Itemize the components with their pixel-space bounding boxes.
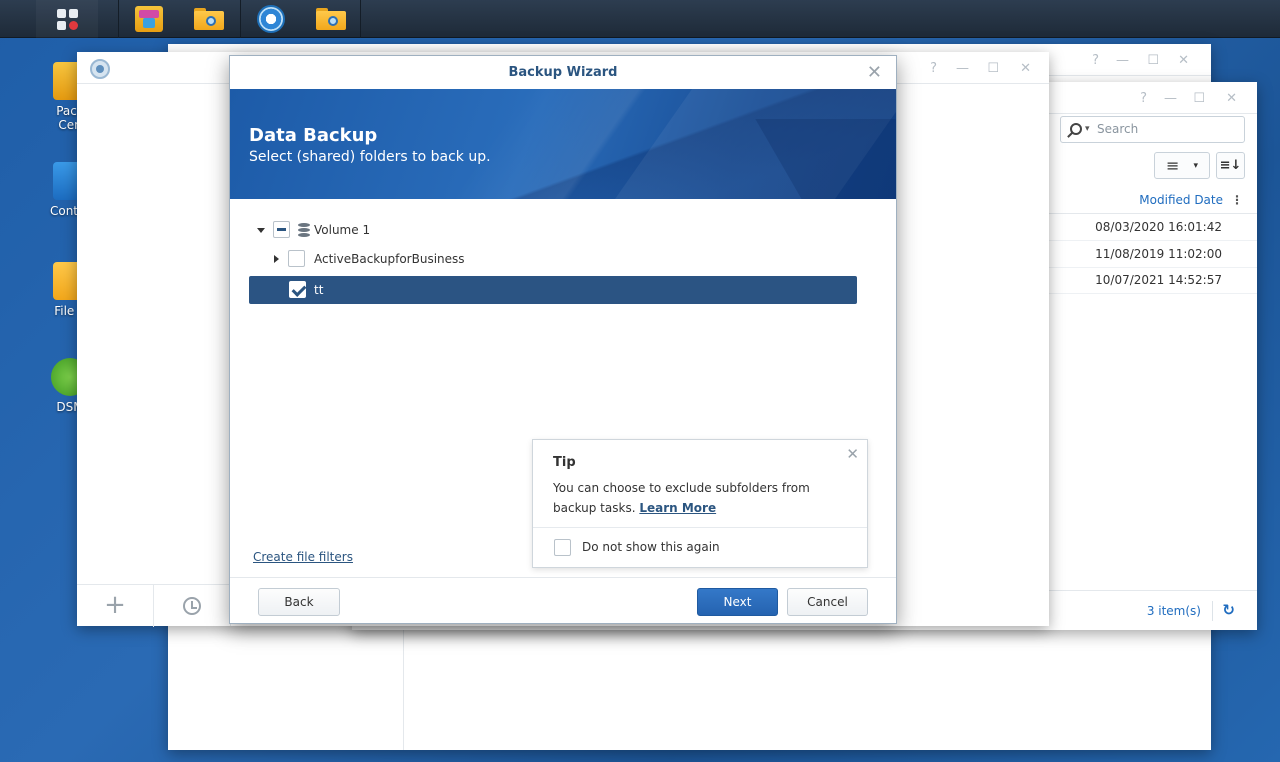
folder-checkbox[interactable]	[289, 281, 306, 298]
taskbar	[0, 0, 1280, 38]
column-header-modified-date[interactable]: Modified Date ⋮	[1049, 186, 1257, 214]
search-icon	[1070, 123, 1082, 135]
tip-footer: Do not show this again	[533, 527, 867, 567]
modified-date-cell: 10/07/2021 14:52:57	[1095, 273, 1222, 287]
modified-date-cell: 08/03/2020 16:01:42	[1095, 220, 1222, 234]
search-input[interactable]: ▾ Search	[1060, 116, 1245, 143]
item-count: 3 item(s)	[1146, 604, 1201, 618]
file-station-icon	[194, 8, 224, 30]
create-file-filters-link[interactable]: Create file filters	[253, 550, 353, 564]
help-icon[interactable]: ?	[1092, 53, 1099, 68]
minimize-icon[interactable]: —	[956, 61, 969, 76]
hyper-backup-icon	[90, 59, 110, 79]
refresh-icon[interactable]: ↻	[1222, 601, 1235, 619]
taskbar-package-center[interactable]	[120, 0, 178, 38]
history-icon	[183, 597, 201, 615]
minimize-icon[interactable]: —	[1116, 53, 1129, 68]
table-row[interactable]: 11/08/2019 11:02:00	[1049, 241, 1257, 268]
tree-node-label: ActiveBackupforBusiness	[314, 252, 465, 266]
taskbar-file-station-1[interactable]	[180, 0, 238, 38]
status-bar: 3 item(s) ↻	[1049, 590, 1257, 630]
plus-icon: +	[104, 590, 126, 620]
table-row[interactable]: 10/07/2021 14:52:57	[1049, 267, 1257, 294]
dialog-title: Backup Wizard	[508, 65, 618, 80]
volume-checkbox[interactable]	[273, 221, 290, 238]
help-icon[interactable]: ?	[930, 61, 937, 76]
cancel-button[interactable]: Cancel	[787, 588, 868, 616]
wizard-banner: Data Backup Select (shared) folders to b…	[230, 89, 896, 199]
tree-node-folder[interactable]: ActiveBackupforBusiness	[270, 245, 570, 273]
maximize-icon[interactable]: ☐	[1193, 91, 1205, 106]
tip-popup: Tip ✕ You can choose to exclude subfolde…	[532, 439, 868, 568]
backup-wizard-dialog: Backup Wizard ✕ Data Backup Select (shar…	[229, 55, 897, 624]
close-icon[interactable]: ✕	[1226, 91, 1237, 106]
tip-title: Tip	[553, 455, 576, 470]
hyper-backup-icon	[257, 5, 285, 33]
package-center-icon	[135, 6, 163, 32]
tree-node-volume[interactable]: Volume 1	[254, 216, 554, 244]
help-icon[interactable]: ?	[1140, 91, 1147, 106]
taskbar-file-station-2[interactable]	[302, 0, 360, 38]
learn-more-link[interactable]: Learn More	[639, 501, 716, 515]
column-menu-icon[interactable]: ⋮	[1231, 186, 1243, 214]
folder-checkbox[interactable]	[288, 250, 305, 267]
chevron-down-icon: ▾	[1085, 124, 1090, 134]
maximize-icon[interactable]: ☐	[1147, 53, 1159, 68]
tree-node-label: Volume 1	[314, 223, 371, 237]
minimize-icon[interactable]: —	[1164, 91, 1177, 106]
view-mode-button[interactable]: ≡ ▾	[1154, 152, 1210, 179]
collapse-arrow-icon[interactable]	[257, 228, 265, 233]
back-button[interactable]: Back	[258, 588, 340, 616]
close-icon[interactable]: ✕	[1020, 61, 1031, 76]
dont-show-again-checkbox[interactable]	[554, 539, 571, 556]
wizard-heading: Data Backup	[249, 125, 378, 146]
column-header-label: Modified Date	[1139, 193, 1223, 207]
taskbar-hyper-backup[interactable]	[242, 0, 300, 38]
main-menu-button[interactable]	[36, 0, 98, 38]
close-icon[interactable]: ✕	[1178, 53, 1189, 68]
expand-arrow-icon[interactable]	[274, 255, 279, 263]
next-button[interactable]: Next	[697, 588, 778, 616]
database-icon	[298, 223, 310, 237]
wizard-subheading: Select (shared) folders to back up.	[249, 149, 491, 165]
list-view-icon: ≡	[1166, 156, 1180, 175]
sidebar-toolbar: +	[77, 584, 230, 627]
tip-body: You can choose to exclude subfolders fro…	[553, 478, 843, 518]
add-task-button[interactable]: +	[77, 585, 154, 627]
dont-show-again-label[interactable]: Do not show this again	[582, 540, 720, 554]
tree-node-label: tt	[314, 283, 324, 297]
close-icon[interactable]: ✕	[867, 62, 882, 83]
tree-node-folder-selected[interactable]: tt	[249, 276, 857, 304]
search-placeholder: Search	[1097, 122, 1139, 136]
maximize-icon[interactable]: ☐	[987, 61, 999, 76]
close-icon[interactable]: ✕	[846, 445, 859, 463]
restore-history-button[interactable]	[154, 585, 230, 627]
sort-icon: ≡↓	[1219, 158, 1242, 173]
sort-button[interactable]: ≡↓	[1216, 152, 1245, 179]
table-row[interactable]: 08/03/2020 16:01:42	[1049, 214, 1257, 241]
modified-date-cell: 11/08/2019 11:02:00	[1095, 247, 1222, 261]
dialog-footer: Back Next Cancel	[230, 577, 896, 623]
chevron-down-icon: ▾	[1193, 160, 1198, 171]
file-station-icon	[316, 8, 346, 30]
main-menu-icon	[56, 8, 78, 30]
